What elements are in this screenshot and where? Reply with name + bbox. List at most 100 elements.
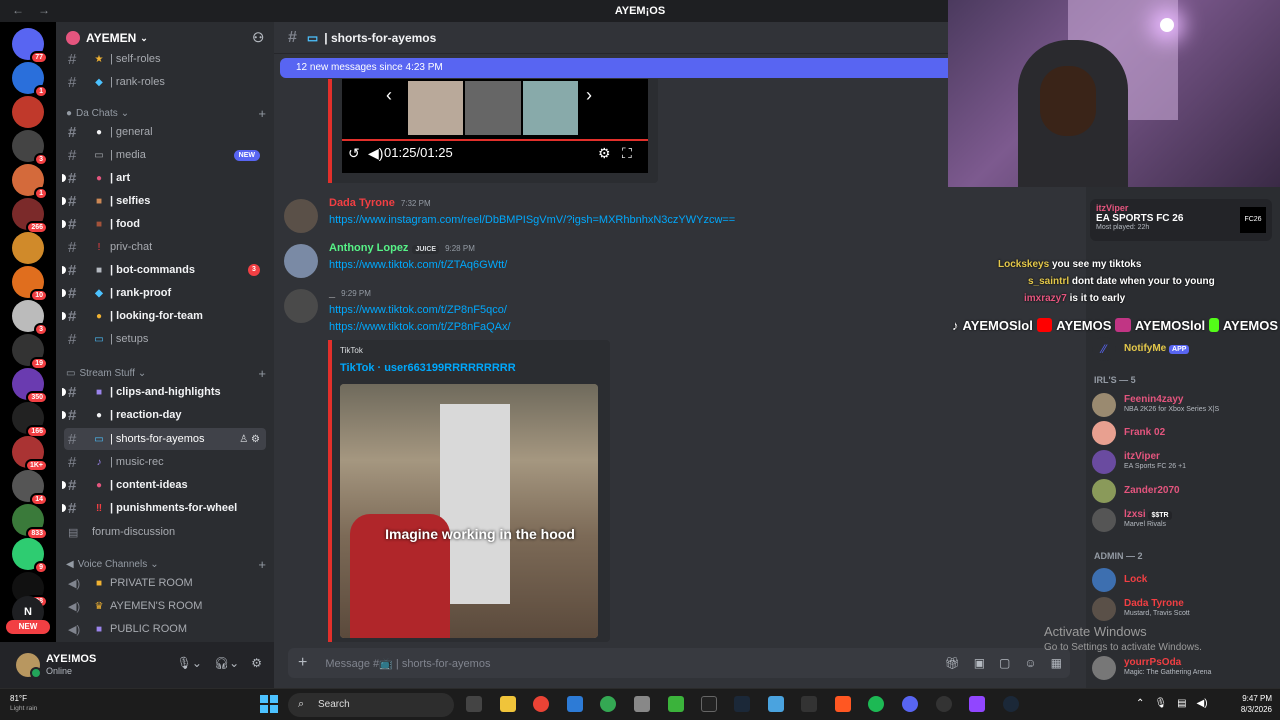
add-channel-icon[interactable]: + bbox=[258, 557, 266, 572]
minecraft-icon[interactable] bbox=[668, 696, 684, 712]
fullscreen-icon[interactable]: ⛶ bbox=[622, 145, 632, 162]
gift-icon[interactable]: 🎁︎ bbox=[944, 656, 959, 670]
progress-bar[interactable] bbox=[342, 139, 648, 141]
channel-looking-for-team[interactable]: # ● | looking-for-team bbox=[62, 305, 266, 327]
channel-bot-commands[interactable]: # ■ | bot-commands 3 bbox=[62, 259, 266, 281]
windows-start-icon[interactable] bbox=[260, 695, 278, 713]
video-player[interactable]: ‹ › ↺ ◀) 01:25/01:25 ⚙ ⛶ bbox=[342, 79, 648, 173]
message-author[interactable]: _ 9:29 PM bbox=[329, 287, 371, 299]
channel-shorts-for-ayemos[interactable]: # ▭ | shorts-for-ayemos ♙ ⚙ bbox=[64, 428, 266, 450]
server-icon[interactable]: 14 bbox=[12, 470, 48, 506]
member-notifyme[interactable]: ⁄⁄ NotifyMe APP bbox=[1090, 337, 1276, 361]
message-link[interactable]: https://www.tiktok.com/t/ZP8nFaQAx/ bbox=[329, 321, 511, 333]
channel-self-roles[interactable]: # ★ | self-roles bbox=[64, 48, 266, 70]
channel-music-rec[interactable]: # ♪ | music-rec bbox=[64, 451, 266, 473]
member[interactable]: Zander2070 bbox=[1090, 479, 1276, 503]
steam-icon[interactable] bbox=[1003, 696, 1019, 712]
app-icon[interactable] bbox=[835, 696, 851, 712]
voice-public-room[interactable]: ◀) ■ PUBLIC ROOM bbox=[64, 618, 266, 640]
member[interactable]: yourrPsOda Magic: The Gathering Arena bbox=[1090, 656, 1276, 680]
embed-thumbnail[interactable]: Imagine working in the hood bbox=[340, 384, 598, 638]
apps-icon[interactable]: ▦ bbox=[1051, 656, 1062, 670]
spotify-icon[interactable] bbox=[868, 696, 884, 712]
channel-rank-proof[interactable]: # ◆ | rank-proof bbox=[62, 282, 266, 304]
category-da-chats[interactable]: ● Da Chats ⌄ + bbox=[66, 104, 266, 122]
chrome-icon[interactable] bbox=[533, 696, 549, 712]
channel-clips-and-highlights[interactable]: # ■ | clips-and-highlights bbox=[62, 381, 266, 403]
server-icon[interactable]: 3 bbox=[12, 130, 48, 166]
server-icon[interactable]: 350 bbox=[12, 368, 48, 404]
member[interactable]: itzViper EA Sports FC 26 +1 bbox=[1090, 450, 1276, 474]
epic-games-icon[interactable] bbox=[801, 696, 817, 712]
channel-art[interactable]: # ● | art bbox=[62, 167, 266, 189]
channel-general[interactable]: # ● | general bbox=[64, 121, 266, 143]
app-icon[interactable] bbox=[768, 696, 784, 712]
microphone-icon[interactable]: 🎙︎⌄ bbox=[177, 656, 202, 670]
chevron-left-icon[interactable]: ‹ bbox=[386, 85, 392, 106]
gear-icon[interactable]: ⚙ bbox=[251, 434, 260, 445]
message-composer[interactable]: + Message #📺 | shorts-for-ayemos 🎁︎ ▣ ▢ ☺ ▦ bbox=[288, 648, 1070, 678]
embed-title[interactable]: TikTok · user663199RRRRRRRRR bbox=[340, 362, 516, 374]
voice-aymens-room[interactable]: ◀) ♛ AYEMEN'S ROOM bbox=[64, 595, 266, 617]
avatar[interactable] bbox=[284, 244, 318, 278]
add-channel-icon[interactable]: + bbox=[258, 106, 266, 121]
channel-punishments-for-wheel[interactable]: # ‼ | punishments-for-wheel bbox=[62, 497, 266, 519]
message-author[interactable]: Anthony Lopez JUICE 9:28 PM bbox=[329, 242, 475, 254]
invite-icon[interactable]: ♙ bbox=[239, 434, 248, 445]
clock[interactable]: 9:47 PM 8/3/2026 bbox=[1241, 693, 1272, 715]
add-channel-icon[interactable]: + bbox=[258, 366, 266, 381]
network-icon[interactable]: ▤ bbox=[1177, 698, 1186, 709]
channel-selfies[interactable]: # ■ | selfies bbox=[62, 190, 266, 212]
channel-rank-roles[interactable]: # ◆ | rank-roles bbox=[64, 71, 266, 93]
chevron-up-icon[interactable]: ⌃ bbox=[1136, 698, 1144, 709]
category-stream-stuff[interactable]: ▭ Stream Stuff ⌄ + bbox=[66, 364, 266, 382]
channel-food[interactable]: # ■ | food bbox=[62, 213, 266, 235]
avatar[interactable] bbox=[284, 289, 318, 323]
channel-priv-chat[interactable]: #! priv-chat bbox=[64, 236, 266, 258]
steam-icon[interactable] bbox=[734, 696, 750, 712]
server-icon[interactable] bbox=[12, 232, 44, 264]
avatar[interactable] bbox=[16, 653, 42, 679]
activity-card[interactable]: itzViper EA SPORTS FC 26 Most played: 22… bbox=[1090, 199, 1272, 241]
message-link[interactable]: https://www.instagram.com/reel/DbBMPISgV… bbox=[329, 214, 735, 226]
file-explorer-icon[interactable] bbox=[500, 696, 516, 712]
gear-icon[interactable]: ⚙ bbox=[251, 656, 262, 670]
server-icon[interactable] bbox=[12, 96, 44, 128]
server-icon[interactable]: 19 bbox=[12, 334, 48, 370]
gear-icon[interactable]: ⚙ bbox=[598, 145, 611, 162]
gif-icon[interactable]: ▣ bbox=[974, 656, 985, 670]
member[interactable]: Lock bbox=[1090, 568, 1276, 592]
back-arrow-icon[interactable]: ← bbox=[12, 3, 24, 17]
volume-icon[interactable]: ◀) bbox=[1197, 698, 1208, 709]
obs-icon[interactable] bbox=[936, 696, 952, 712]
server-icon[interactable]: 166 bbox=[12, 402, 48, 438]
store-icon[interactable] bbox=[567, 696, 583, 712]
member[interactable]: Dada Tyrone Mustard, Travis Scott bbox=[1090, 597, 1276, 621]
server-icon[interactable]: 9 bbox=[12, 538, 48, 574]
sticker-icon[interactable]: ▢ bbox=[999, 656, 1010, 670]
replay-icon[interactable]: ↺ bbox=[348, 145, 360, 162]
channel-forum-discussion[interactable]: ▤ forum-discussion bbox=[64, 521, 266, 543]
microphone-icon[interactable]: 🎙︎ bbox=[1154, 698, 1167, 709]
twitch-icon[interactable] bbox=[969, 696, 985, 712]
member[interactable]: Feenin4zayy NBA 2K26 for Xbox Series X|S bbox=[1090, 393, 1276, 417]
message-link[interactable]: https://www.tiktok.com/t/ZTAq6GWtt/ bbox=[329, 259, 507, 271]
chrome-icon[interactable] bbox=[600, 696, 616, 712]
headphones-icon[interactable]: 🎧︎⌄ bbox=[214, 656, 239, 670]
server-icon[interactable]: 833 bbox=[12, 504, 48, 540]
chevron-right-icon[interactable]: › bbox=[586, 85, 592, 106]
settings-icon[interactable] bbox=[634, 696, 650, 712]
server-icon[interactable]: 266 bbox=[12, 198, 48, 234]
member[interactable]: Frank 02 bbox=[1090, 421, 1276, 445]
discord-icon[interactable] bbox=[902, 696, 918, 712]
server-icon[interactable]: 3 bbox=[12, 300, 48, 336]
emoji-icon[interactable]: ☺ bbox=[1024, 656, 1036, 670]
forward-arrow-icon[interactable]: → bbox=[38, 3, 50, 17]
voice-private-room[interactable]: ◀) ■ PRIVATE ROOM bbox=[64, 572, 266, 594]
taskbar-search[interactable]: ⌕ Search bbox=[288, 693, 454, 717]
server-icon[interactable]: 1K+ bbox=[12, 436, 48, 472]
server-icon[interactable]: 1 bbox=[12, 164, 48, 200]
task-view-icon[interactable] bbox=[466, 696, 482, 712]
user-info[interactable]: AYE!MOS Online bbox=[46, 653, 96, 677]
add-attachment-icon[interactable]: + bbox=[298, 654, 307, 672]
